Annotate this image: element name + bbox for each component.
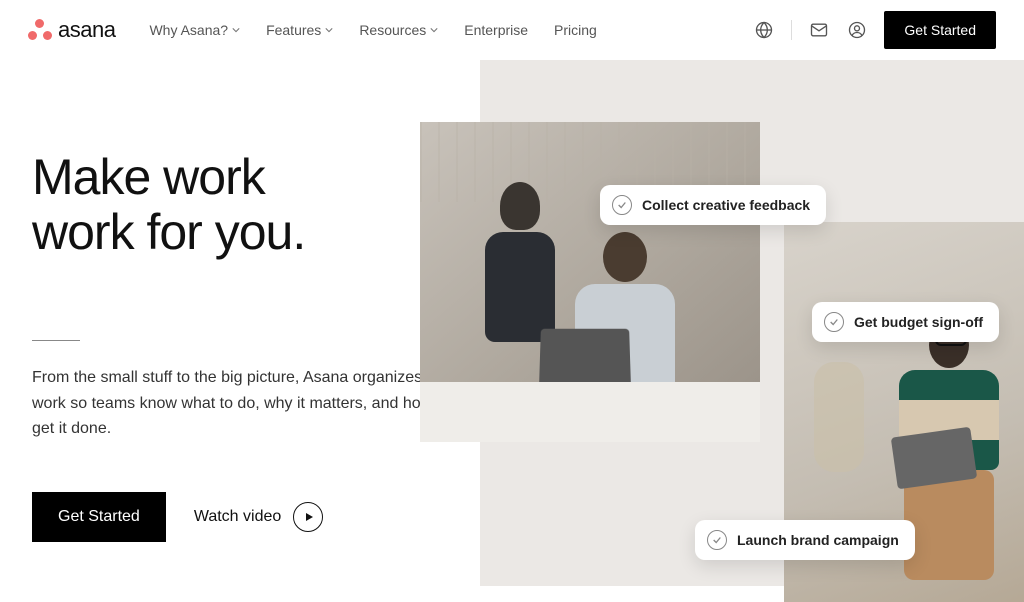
site-header: asana Why Asana? Features Resources Ente…: [0, 0, 1024, 60]
hero-subtext: From the small stuff to the big picture,…: [32, 365, 452, 442]
play-icon: [293, 502, 323, 532]
divider: [791, 20, 792, 40]
hero-get-started-button[interactable]: Get Started: [32, 492, 166, 542]
primary-nav: Why Asana? Features Resources Enterprise…: [149, 22, 596, 38]
task-chip-label: Collect creative feedback: [642, 197, 810, 213]
header-utilities: Get Started: [753, 11, 996, 49]
headline-line-1: Make work: [32, 150, 480, 205]
hero-copy: Make work work for you. From the small s…: [0, 60, 480, 586]
contact-button[interactable]: [808, 19, 830, 41]
globe-icon: [754, 20, 774, 40]
nav-pricing[interactable]: Pricing: [554, 22, 597, 38]
hero-photo-left: [420, 122, 760, 442]
nav-label: Why Asana?: [149, 22, 228, 38]
hero-section: Make work work for you. From the small s…: [0, 60, 1024, 586]
hero-cta-row: Get Started Watch video: [32, 492, 480, 542]
mail-icon: [809, 20, 829, 40]
check-circle-icon: [707, 530, 727, 550]
task-chip-campaign: Launch brand campaign: [695, 520, 915, 560]
check-circle-icon: [824, 312, 844, 332]
user-icon: [847, 20, 867, 40]
task-chip-label: Get budget sign-off: [854, 314, 983, 330]
divider-rule: [32, 340, 80, 341]
chevron-down-icon: [430, 26, 438, 34]
nav-label: Features: [266, 22, 321, 38]
language-button[interactable]: [753, 19, 775, 41]
headline-line-2: work for you.: [32, 205, 480, 260]
chevron-down-icon: [232, 26, 240, 34]
header-get-started-button[interactable]: Get Started: [884, 11, 996, 49]
asana-logomark-icon: [28, 18, 52, 42]
task-chip-label: Launch brand campaign: [737, 532, 899, 548]
check-circle-icon: [612, 195, 632, 215]
nav-features[interactable]: Features: [266, 22, 333, 38]
task-chip-feedback: Collect creative feedback: [600, 185, 826, 225]
nav-label: Resources: [359, 22, 426, 38]
watch-video-label: Watch video: [194, 508, 281, 526]
nav-resources[interactable]: Resources: [359, 22, 438, 38]
nav-enterprise[interactable]: Enterprise: [464, 22, 528, 38]
task-chip-budget: Get budget sign-off: [812, 302, 999, 342]
nav-label: Enterprise: [464, 22, 528, 38]
brand-name: asana: [58, 17, 115, 43]
watch-video-button[interactable]: Watch video: [194, 502, 323, 532]
nav-label: Pricing: [554, 22, 597, 38]
account-button[interactable]: [846, 19, 868, 41]
brand-logo[interactable]: asana: [28, 17, 115, 43]
chevron-down-icon: [325, 26, 333, 34]
nav-why-asana[interactable]: Why Asana?: [149, 22, 240, 38]
hero-headline: Make work work for you.: [32, 150, 480, 260]
